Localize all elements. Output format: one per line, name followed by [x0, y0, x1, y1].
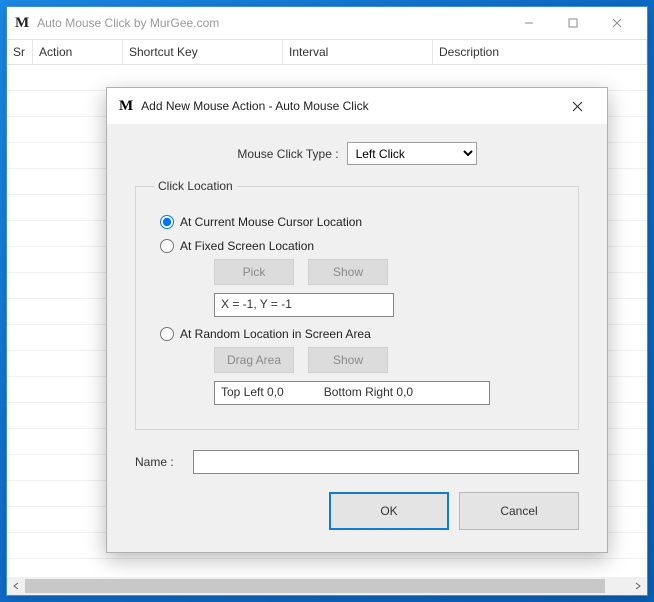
dialog-button-row: OK Cancel [135, 492, 579, 530]
bottomright-text: Bottom Right 0,0 [324, 385, 413, 401]
col-action[interactable]: Action [33, 40, 123, 64]
radio-fixed-location[interactable] [160, 239, 174, 253]
name-label: Name : [135, 455, 185, 469]
dialog-body: Mouse Click Type : Left Click Click Loca… [107, 124, 607, 552]
horizontal-scrollbar[interactable] [7, 577, 647, 595]
radio-random-row: At Random Location in Screen Area [160, 327, 560, 341]
click-location-legend: Click Location [154, 179, 237, 193]
show-area-button[interactable]: Show [308, 347, 388, 373]
fixed-sub-controls: Pick Show X = -1, Y = -1 [214, 259, 560, 317]
dialog-app-icon: M [119, 98, 133, 115]
dialog-titlebar[interactable]: M Add New Mouse Action - Auto Mouse Clic… [107, 88, 607, 124]
scroll-right-arrow[interactable] [629, 577, 647, 595]
main-titlebar[interactable]: M Auto Mouse Click by MurGee.com [7, 7, 647, 39]
window-controls [507, 9, 639, 37]
radio-random-label: At Random Location in Screen Area [180, 327, 371, 341]
add-action-dialog: M Add New Mouse Action - Auto Mouse Clic… [106, 87, 608, 553]
random-sub-controls: Drag Area Show Top Left 0,0 Bottom Right… [214, 347, 560, 405]
name-input[interactable] [193, 450, 579, 474]
name-row: Name : [135, 450, 579, 474]
scroll-left-arrow[interactable] [7, 577, 25, 595]
drag-area-button[interactable]: Drag Area [214, 347, 294, 373]
grid-header: Sr Action Shortcut Key Interval Descript… [7, 39, 647, 65]
dialog-close-button[interactable] [557, 92, 597, 120]
col-sr[interactable]: Sr [7, 40, 33, 64]
cancel-button[interactable]: Cancel [459, 492, 579, 530]
show-fixed-button[interactable]: Show [308, 259, 388, 285]
pick-button[interactable]: Pick [214, 259, 294, 285]
topleft-text: Top Left 0,0 [221, 385, 284, 401]
radio-fixed-label: At Fixed Screen Location [180, 239, 314, 253]
col-interval[interactable]: Interval [283, 40, 433, 64]
main-title: Auto Mouse Click by MurGee.com [37, 16, 499, 30]
click-type-label: Mouse Click Type : [237, 147, 338, 161]
close-button[interactable] [595, 9, 639, 37]
radio-fixed-row: At Fixed Screen Location [160, 239, 560, 253]
scrollbar-track[interactable] [25, 579, 629, 593]
click-location-group: Click Location At Current Mouse Cursor L… [135, 179, 579, 430]
radio-current-row: At Current Mouse Cursor Location [160, 215, 560, 229]
click-type-row: Mouse Click Type : Left Click [135, 142, 579, 165]
col-description[interactable]: Description [433, 40, 647, 64]
col-shortcut[interactable]: Shortcut Key [123, 40, 283, 64]
xy-display: X = -1, Y = -1 [214, 293, 394, 317]
radio-current-cursor[interactable] [160, 215, 174, 229]
radio-current-label: At Current Mouse Cursor Location [180, 215, 362, 229]
radio-random-area[interactable] [160, 327, 174, 341]
dialog-title: Add New Mouse Action - Auto Mouse Click [141, 99, 549, 113]
maximize-button[interactable] [551, 9, 595, 37]
app-icon: M [15, 15, 29, 32]
scrollbar-thumb[interactable] [25, 579, 605, 593]
click-type-select[interactable]: Left Click [347, 142, 477, 165]
ok-button[interactable]: OK [329, 492, 449, 530]
minimize-button[interactable] [507, 9, 551, 37]
area-display: Top Left 0,0 Bottom Right 0,0 [214, 381, 490, 405]
